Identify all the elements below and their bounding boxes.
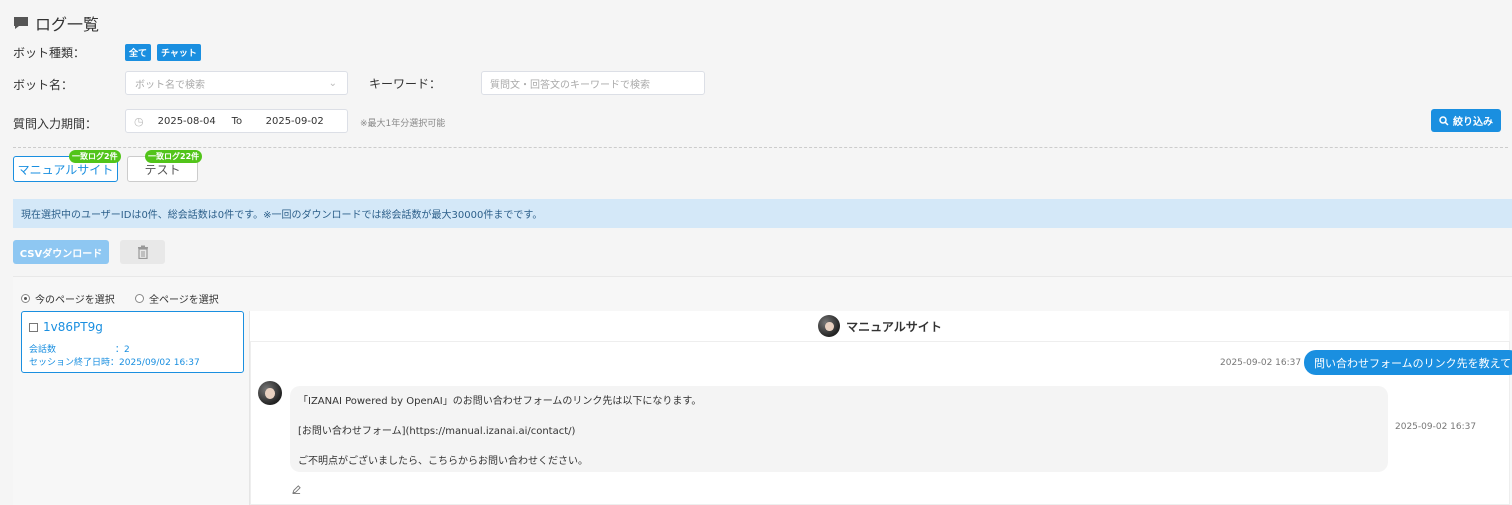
session-count-label: 会話数 bbox=[29, 345, 57, 355]
bot-type-tags: 全て チャット bbox=[125, 44, 201, 61]
delete-button[interactable] bbox=[120, 240, 165, 264]
page-title-text: ログ一覧 bbox=[35, 15, 100, 34]
session-checkbox[interactable] bbox=[29, 322, 38, 332]
edit-icon[interactable] bbox=[292, 485, 301, 494]
select-current-page[interactable]: 今のページを選択 bbox=[21, 291, 115, 306]
bot-tab-label: テスト bbox=[144, 162, 181, 177]
keyword-input[interactable]: 質問文・回答文のキーワードで検索 bbox=[481, 71, 705, 95]
bot-name-select[interactable]: ボット名で検索 ⌄ bbox=[125, 71, 348, 95]
chat-bubble-icon bbox=[14, 17, 28, 29]
page-title: ログ一覧 bbox=[13, 11, 99, 35]
bot-name-placeholder: ボット名で検索 bbox=[135, 79, 205, 91]
match-count-badge: 一致ログ22件 bbox=[145, 150, 203, 163]
keyword-placeholder: 質問文・回答文のキーワードで検索 bbox=[490, 79, 650, 91]
filter-button-label: 絞り込み bbox=[1453, 117, 1493, 128]
bot-name-label: ボット名： bbox=[13, 78, 74, 92]
match-count-badge: 一致ログ2件 bbox=[69, 150, 121, 163]
select-all-pages-label: 全ページを選択 bbox=[149, 295, 219, 306]
search-icon bbox=[1439, 115, 1449, 126]
bot-avatar-icon bbox=[818, 315, 841, 337]
bot-tab-label: マニュアルサイト bbox=[17, 162, 114, 177]
chevron-down-icon: ⌄ bbox=[328, 77, 337, 89]
csv-download-label: CSVダウンロード bbox=[19, 248, 103, 260]
select-all-pages[interactable]: 全ページを選択 bbox=[135, 291, 219, 306]
keyword-label: キーワード： bbox=[369, 77, 442, 91]
bot-message-link[interactable]: [お問い合わせフォーム](https://manual.izanai.ai/co… bbox=[298, 422, 575, 437]
user-message-text: 問い合わせフォームのリンク先を教えて bbox=[1314, 356, 1512, 370]
divider bbox=[13, 147, 1508, 148]
bot-message-line: ご不明点がございましたら、こちらからお問い合わせください。 bbox=[298, 456, 588, 467]
radio-current-page[interactable] bbox=[21, 294, 30, 303]
session-count-value: ：2 bbox=[115, 345, 130, 355]
period-label: 質問入力期間： bbox=[13, 117, 98, 131]
chat-area: マニュアルサイト 2025-09-02 16:37 問い合わせフォームのリンク先… bbox=[249, 311, 1512, 505]
bot-message-bubble: 「IZANAI Powered by OpenAI」のお問い合わせフォームのリン… bbox=[290, 386, 1388, 472]
date-from[interactable]: 2025-08-04 bbox=[158, 116, 232, 127]
date-to[interactable]: 2025-09-02 bbox=[266, 116, 324, 127]
date-range-picker[interactable]: ◷ 2025-08-04 To 2025-09-02 bbox=[125, 109, 348, 133]
radio-all-pages[interactable] bbox=[135, 294, 144, 303]
clock-icon: ◷ bbox=[134, 114, 144, 128]
csv-download-button[interactable]: CSVダウンロード bbox=[13, 240, 109, 264]
trash-icon bbox=[137, 245, 148, 259]
user-message-time: 2025-09-02 16:37 bbox=[1220, 358, 1302, 368]
chat-bot-name: マニュアルサイト bbox=[846, 319, 942, 334]
date-to-separator: To bbox=[231, 115, 243, 127]
bot-message-line: 「IZANAI Powered by OpenAI」のお問い合わせフォームのリン… bbox=[298, 396, 702, 407]
select-current-page-label: 今のページを選択 bbox=[35, 295, 115, 306]
bot-message-avatar-icon bbox=[258, 381, 282, 405]
session-end-label: セッション終了日時 bbox=[29, 358, 111, 368]
bot-type-label: ボット種類： bbox=[13, 46, 86, 60]
chat-header: マニュアルサイト bbox=[250, 311, 1510, 342]
bot-type-tag-chat[interactable]: チャット bbox=[157, 44, 201, 61]
info-bar-text: 現在選択中のユーザーIDは0件、総会話数は0件です。※一回のダウンロードでは総会… bbox=[21, 210, 543, 221]
user-message-bubble: 問い合わせフォームのリンク先を教えて bbox=[1304, 350, 1512, 375]
period-note: ※最大1年分選択可能 bbox=[360, 119, 446, 129]
session-end-value: ：2025/09/02 16:37 bbox=[110, 358, 200, 368]
session-card[interactable]: 1v86PT9g 会話数 ：2 セッション終了日時 ：2025/09/02 16… bbox=[21, 311, 244, 373]
bot-type-tag-all[interactable]: 全て bbox=[125, 44, 152, 61]
bot-message-time: 2025-09-02 16:37 bbox=[1395, 422, 1477, 432]
session-id[interactable]: 1v86PT9g bbox=[43, 320, 103, 334]
filter-button[interactable]: 絞り込み bbox=[1431, 109, 1501, 132]
info-bar: 現在選択中のユーザーIDは0件、総会話数は0件です。※一回のダウンロードでは総会… bbox=[13, 199, 1512, 228]
